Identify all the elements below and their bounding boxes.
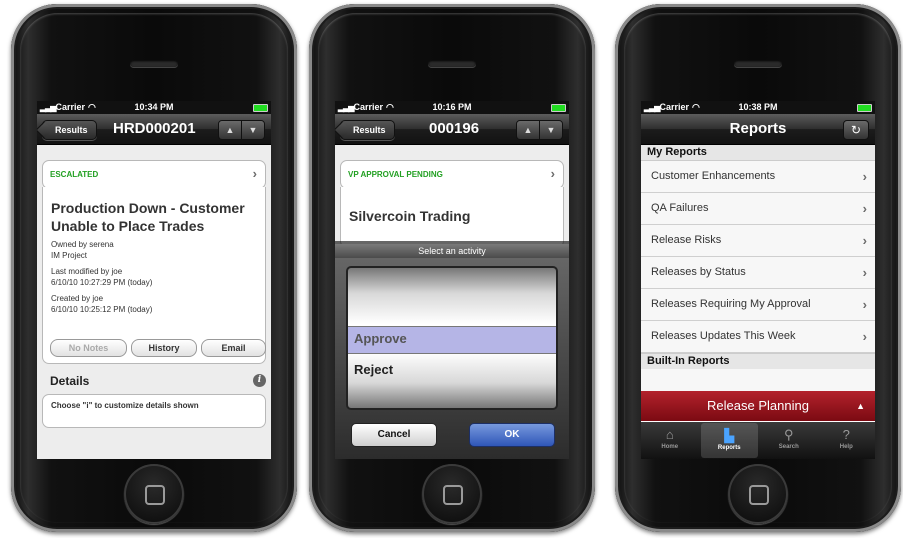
- previous-record-button[interactable]: ▲: [517, 121, 539, 139]
- chevron-right-icon: ›: [862, 233, 867, 248]
- tab-search[interactable]: ⚲ Search: [760, 422, 818, 459]
- navigation-bar: Results HRD000201 ▲ ▼: [37, 114, 271, 145]
- picker-option-approve[interactable]: Approve: [354, 331, 407, 346]
- modified-by-text: Last modified by joe: [51, 267, 123, 276]
- status-label: VP APPROVAL PENDING: [348, 170, 443, 179]
- battery-icon: [551, 104, 566, 112]
- iphone-3: ▂▃▅Carrier ◠ 10:38 PM Reports ↻ My Report…: [615, 4, 901, 532]
- report-row[interactable]: QA Failures ›: [641, 193, 875, 225]
- record-title-line1: Production Down - Customer: [51, 200, 245, 216]
- status-bar: ▂▃▅Carrier ◠ 10:16 PM: [335, 101, 569, 114]
- tab-help[interactable]: ? Help: [818, 422, 876, 459]
- page-title: Reports: [729, 120, 787, 137]
- chevron-right-icon: ›: [550, 166, 555, 181]
- speaker: [734, 60, 782, 67]
- screen-activity-picker: ▂▃▅Carrier ◠ 10:16 PM Results 000196 ▲ ▼ V…: [335, 101, 569, 459]
- picker-title: Select an activity: [335, 244, 569, 258]
- history-button[interactable]: History: [131, 339, 197, 357]
- reports-icon: ▙: [724, 428, 735, 443]
- status-bar: ▂▃▅Carrier ◠ 10:34 PM: [37, 101, 271, 114]
- page-title: 000196: [429, 120, 480, 137]
- help-icon: ?: [842, 427, 850, 442]
- my-reports-header: My Reports: [641, 145, 875, 161]
- next-record-button[interactable]: ▼: [539, 121, 562, 139]
- record-title-line2: Unable to Place Trades: [51, 218, 205, 234]
- modified-at-text: 6/10/10 10:27:29 PM (today): [51, 278, 153, 287]
- chevron-right-icon: ›: [862, 329, 867, 344]
- page-title: HRD000201: [113, 120, 196, 137]
- battery-icon: [857, 104, 872, 112]
- chevron-right-icon: ›: [862, 201, 867, 216]
- report-row[interactable]: Customer Enhancements ›: [641, 161, 875, 193]
- expand-up-icon: ▲: [856, 401, 865, 411]
- home-button[interactable]: [422, 464, 482, 524]
- tab-reports[interactable]: ▙ Reports: [700, 423, 758, 458]
- report-row[interactable]: Releases by Status ›: [641, 257, 875, 289]
- navigation-bar: Reports ↻: [641, 114, 875, 145]
- search-icon: ⚲: [783, 427, 794, 442]
- report-row[interactable]: Releases Requiring My Approval ›: [641, 289, 875, 321]
- status-cell[interactable]: VP APPROVAL PENDING ›: [340, 160, 564, 189]
- builtin-reports-header: Built-In Reports: [641, 353, 875, 370]
- details-hint-text: Choose "i" to customize details shown: [51, 401, 199, 410]
- next-record-button[interactable]: ▼: [241, 121, 264, 139]
- picker-option-reject[interactable]: Reject: [354, 362, 393, 377]
- info-icon[interactable]: i: [253, 374, 266, 387]
- iphone-1: ▂▃▅Carrier ◠ 10:34 PM Results HRD000201 ▲…: [11, 4, 297, 532]
- details-header: Details: [50, 374, 90, 388]
- chevron-right-icon: ›: [862, 297, 867, 312]
- chevron-right-icon: ›: [862, 265, 867, 280]
- status-bar: ▂▃▅Carrier ◠ 10:38 PM: [641, 101, 875, 114]
- report-row[interactable]: Release Risks ›: [641, 225, 875, 257]
- back-button[interactable]: Results: [42, 120, 97, 140]
- created-at-text: 6/10/10 10:25:12 PM (today): [51, 305, 153, 314]
- email-button[interactable]: Email: [201, 339, 266, 357]
- company-name: Silvercoin Trading: [349, 208, 471, 224]
- tab-home[interactable]: ⌂ Home: [641, 422, 699, 459]
- navigation-bar: Results 000196 ▲ ▼: [335, 114, 569, 145]
- ok-button[interactable]: OK: [469, 423, 555, 447]
- record-summary-card: Production Down - Customer Unable to Pla…: [42, 187, 266, 364]
- chevron-right-icon: ›: [862, 169, 867, 184]
- details-hint-card: Choose "i" to customize details shown: [42, 394, 266, 428]
- screen-record-detail: ▂▃▅Carrier ◠ 10:34 PM Results HRD000201 ▲…: [37, 101, 271, 459]
- record-nav-arrows: ▲ ▼: [218, 120, 265, 140]
- record-nav-arrows: ▲ ▼: [516, 120, 563, 140]
- report-row[interactable]: Releases Updates This Week ›: [641, 321, 875, 353]
- home-button[interactable]: [728, 464, 788, 524]
- clock: 10:34 PM: [134, 102, 174, 112]
- project-text: IM Project: [51, 251, 88, 260]
- clock: 10:16 PM: [432, 102, 472, 112]
- status-cell[interactable]: ESCALATED ›: [42, 160, 266, 189]
- iphone-2: ▂▃▅Carrier ◠ 10:16 PM Results 000196 ▲ ▼ V…: [309, 4, 595, 532]
- record-summary-card: Silvercoin Trading: [340, 187, 564, 248]
- cancel-button[interactable]: Cancel: [351, 423, 437, 447]
- home-icon: ⌂: [665, 427, 674, 442]
- notes-button[interactable]: No Notes: [50, 339, 127, 357]
- activity-picker-wheel[interactable]: Approve Reject: [346, 266, 558, 410]
- owner-text: Owned by serena: [51, 240, 114, 249]
- status-label: ESCALATED: [50, 170, 99, 179]
- speaker: [428, 60, 476, 67]
- refresh-icon[interactable]: ↻: [843, 120, 869, 140]
- back-button[interactable]: Results: [340, 120, 395, 140]
- clock: 10:38 PM: [738, 102, 778, 112]
- previous-record-button[interactable]: ▲: [219, 121, 241, 139]
- release-planning-bar[interactable]: Release Planning ▲: [641, 391, 875, 421]
- home-button[interactable]: [124, 464, 184, 524]
- release-planning-label: Release Planning: [707, 398, 809, 413]
- chevron-right-icon: ›: [252, 166, 257, 181]
- battery-icon: [253, 104, 268, 112]
- screen-reports: ▂▃▅Carrier ◠ 10:38 PM Reports ↻ My Report…: [641, 101, 875, 459]
- created-by-text: Created by joe: [51, 294, 104, 303]
- tab-bar: ⌂ Home ▙ Reports ⚲ Search ? Help: [641, 422, 875, 459]
- speaker: [130, 60, 178, 67]
